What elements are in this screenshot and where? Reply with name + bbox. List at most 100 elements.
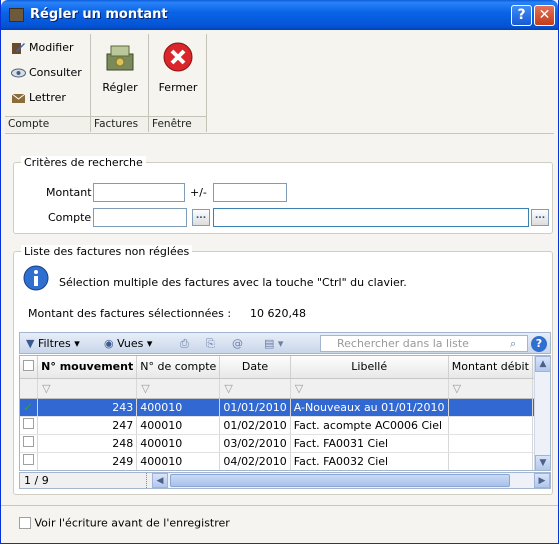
compte-input[interactable] (93, 208, 187, 227)
table-row[interactable]: 249 400010 04/02/2010 Fact. FA0032 Ciel (20, 452, 550, 470)
list-search-input[interactable]: Rechercher dans la liste (320, 335, 528, 352)
modifier-label: Modifier (29, 41, 74, 54)
cell-montant (448, 398, 534, 417)
row-checkbox[interactable] (23, 436, 34, 447)
scroll-left-icon[interactable]: ◀ (152, 473, 168, 488)
fermer-label: Fermer (158, 81, 198, 94)
checkmark-icon: ✓ (23, 400, 34, 414)
filters-button[interactable]: ▼ Filtres ▾ (26, 336, 80, 352)
row-checkbox[interactable] (23, 418, 34, 429)
tolerance-input[interactable] (213, 183, 287, 202)
table-row[interactable]: 247 400010 01/02/2010 Fact. acompte AC00… (20, 416, 550, 435)
filter-icon: ▽ (141, 381, 150, 395)
scroll-right-icon[interactable]: ▶ (534, 473, 550, 488)
select-all-checkbox[interactable] (23, 359, 35, 371)
cell-libelle: Fact. FA0031 Ciel (290, 434, 449, 453)
close-circle-icon (163, 42, 193, 72)
horizontal-scrollbar[interactable]: ◀ (152, 473, 533, 488)
cell-date: 01/02/2010 (219, 416, 291, 435)
info-text: Sélection multiple des factures avec la … (59, 276, 407, 289)
scroll-up-icon[interactable]: ▲ (535, 356, 550, 372)
consulter-button[interactable]: Consulter (11, 64, 82, 82)
table-row[interactable]: ✓ 243 400010 01/01/2010 A-Nouveaux au 01… (20, 398, 550, 417)
filter-icon: ▽ (294, 381, 304, 395)
regler-label: Régler (102, 81, 138, 94)
vertical-scrollbar[interactable]: ▲ ▼ (534, 356, 550, 470)
row-checkbox[interactable] (23, 454, 34, 465)
search-criteria-legend: Critères de recherche (21, 156, 146, 169)
cell-num: 243 (37, 398, 138, 417)
cell-compte: 400010 (136, 416, 221, 435)
help-icon[interactable]: ? (531, 336, 547, 352)
filter-icon: ▽ (224, 381, 233, 395)
scroll-down-icon[interactable]: ▼ (535, 455, 550, 470)
row-check-cell[interactable] (20, 416, 39, 435)
column-header-compte[interactable]: N° de compte (136, 356, 221, 379)
print-preview-icon[interactable]: ⎙ (180, 336, 189, 352)
column-header-libelle[interactable]: Libellé (290, 356, 449, 379)
views-label: Vues (117, 337, 144, 350)
view-icon (11, 68, 26, 78)
close-button[interactable]: ✕ (534, 5, 555, 26)
column-header-montant[interactable]: Montant débit (448, 356, 534, 379)
ribbon-group-label-fenetre: Fenêtre (149, 116, 206, 132)
email-icon[interactable]: @ (232, 336, 243, 352)
select-column-header[interactable] (20, 356, 39, 379)
cell-date: 01/01/2010 (219, 398, 291, 417)
cell-compte: 400010 (136, 398, 221, 417)
edit-icon (12, 43, 25, 54)
regler-button[interactable]: Régler (95, 40, 145, 94)
consulter-label: Consulter (29, 66, 82, 79)
help-button[interactable]: ? (511, 5, 532, 26)
ribbon-group-compte: Modifier Consulter Lettrer Compte (5, 34, 91, 132)
filter-cell-compte[interactable]: ▽ (136, 378, 221, 399)
search-icon[interactable]: ⌕ (510, 336, 516, 352)
lettrer-label: Lettrer (29, 91, 66, 104)
window-title: Régler un montant (30, 7, 168, 22)
print-icon[interactable]: ⎘ (206, 336, 215, 352)
table-row[interactable]: 248 400010 03/02/2010 Fact. FA0031 Ciel (20, 434, 550, 453)
filters-label: Filtres (37, 337, 71, 350)
letter-icon (11, 93, 26, 103)
window: Régler un montant ? ✕ Modifier Consulter… (0, 0, 559, 544)
ribbon-group-label-factures: Factures (91, 116, 148, 132)
compte-name-input[interactable] (213, 208, 529, 227)
filter-icon: ▽ (452, 381, 462, 395)
modifier-button[interactable]: Modifier (11, 39, 73, 57)
title-bar[interactable]: Régler un montant ? ✕ (1, 0, 558, 30)
column-header-date[interactable]: Date (219, 356, 291, 379)
montant-input[interactable] (93, 183, 185, 202)
tolerance-label: +/- (190, 186, 207, 199)
compte-name-browse-button[interactable]: ... (531, 209, 549, 226)
views-button[interactable]: ◉ Vues ▾ (104, 336, 152, 352)
filter-icon: ▽ (42, 381, 51, 395)
list-toolbar: ▼ Filtres ▾ ◉ Vues ▾ ⎙ ⎘ @ ▤ ▾ Recherche… (19, 332, 551, 354)
lettrer-button[interactable]: Lettrer (11, 89, 66, 107)
preview-option[interactable]: Voir l'écriture avant de l'enregistrer (19, 516, 230, 530)
horizontal-scroll-thumb[interactable] (170, 474, 510, 487)
filter-cell-montant[interactable]: ▽ (448, 378, 534, 399)
filter-cell-libelle[interactable]: ▽ (290, 378, 449, 399)
ribbon-group-fenetre: Fermer Fenêtre (149, 34, 207, 132)
compte-browse-button[interactable]: ... (192, 209, 210, 226)
clipboard-icon[interactable]: ▤ ▾ (264, 336, 283, 352)
cell-libelle: Fact. FA0032 Ciel (290, 452, 449, 470)
cell-date: 04/02/2010 (219, 452, 291, 470)
column-header-num[interactable]: N° mouvement (37, 356, 138, 379)
eye-icon: ◉ (104, 337, 114, 350)
filter-cell-num[interactable]: ▽ (37, 378, 138, 399)
row-check-cell[interactable]: ✓ (20, 398, 39, 417)
filter-cell-date[interactable]: ▽ (219, 378, 291, 399)
pay-icon (106, 45, 134, 71)
row-check-cell[interactable] (20, 452, 39, 470)
cell-montant (448, 452, 534, 470)
splitter-handle[interactable] (146, 473, 150, 488)
preview-checkbox[interactable] (19, 517, 31, 529)
cell-compte: 400010 (136, 452, 221, 470)
fermer-button[interactable]: Fermer (153, 40, 203, 94)
app-icon (9, 8, 24, 22)
row-check-cell[interactable] (20, 434, 39, 453)
cell-libelle: A-Nouveaux au 01/01/2010 (290, 398, 449, 417)
chevron-down-icon: ▾ (74, 337, 80, 350)
montant-label: Montant : (46, 186, 99, 199)
